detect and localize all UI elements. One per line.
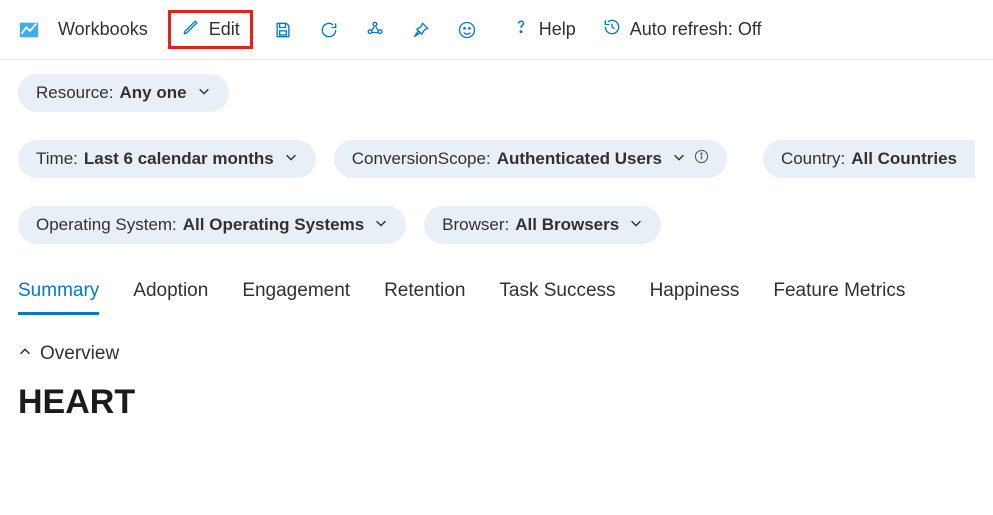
chevron-down-icon [374, 215, 388, 235]
tab-retention[interactable]: Retention [384, 280, 465, 315]
help-button[interactable]: Help [505, 13, 582, 46]
page-heading: HEART [18, 383, 975, 422]
refresh-icon [319, 20, 339, 40]
filter-label: Resource: [36, 83, 113, 103]
tab-engagement[interactable]: Engagement [242, 280, 350, 315]
filter-os[interactable]: Operating System: All Operating Systems [18, 206, 406, 244]
auto-refresh-button[interactable]: Auto refresh: Off [596, 13, 768, 46]
filter-section: Resource: Any one Time: Last 6 calendar … [0, 60, 993, 244]
filter-conversion-scope[interactable]: ConversionScope: Authenticated Users [334, 140, 727, 178]
filter-browser[interactable]: Browser: All Browsers [424, 206, 661, 244]
edit-label: Edit [209, 19, 240, 40]
history-icon [602, 17, 622, 42]
filter-label: Time: [36, 149, 78, 169]
edit-button[interactable]: Edit [168, 10, 253, 49]
question-icon [511, 17, 531, 42]
filter-label: Browser: [442, 215, 509, 235]
filter-label: Operating System: [36, 215, 177, 235]
refresh-button[interactable] [313, 16, 345, 44]
info-icon[interactable] [694, 149, 709, 169]
share-icon [365, 20, 385, 40]
workbooks-logo-icon [18, 19, 40, 41]
filter-label: Country: [781, 149, 845, 169]
share-button[interactable] [359, 16, 391, 44]
save-icon [273, 20, 293, 40]
pencil-icon [181, 17, 201, 42]
pin-icon [411, 20, 431, 40]
chevron-up-icon [18, 343, 32, 365]
tab-adoption[interactable]: Adoption [133, 280, 208, 315]
help-label: Help [539, 19, 576, 40]
smiley-icon [457, 20, 477, 40]
pin-button[interactable] [405, 16, 437, 44]
chevron-down-icon [197, 83, 211, 103]
tab-summary[interactable]: Summary [18, 280, 99, 315]
filter-value: All Operating Systems [183, 215, 364, 235]
filter-value: Any one [119, 83, 186, 103]
overview-toggle[interactable]: Overview [18, 343, 975, 365]
chevron-down-icon [672, 149, 686, 169]
workbooks-title: Workbooks [58, 19, 148, 40]
tab-happiness[interactable]: Happiness [650, 280, 740, 315]
filter-country[interactable]: Country: All Countries [763, 140, 975, 178]
filter-value: All Countries [851, 149, 957, 169]
tab-task-success[interactable]: Task Success [499, 280, 615, 315]
tabs: Summary Adoption Engagement Retention Ta… [0, 272, 993, 315]
overview-label: Overview [40, 343, 119, 365]
filter-resource[interactable]: Resource: Any one [18, 74, 229, 112]
auto-refresh-label: Auto refresh: Off [630, 19, 762, 40]
filter-label: ConversionScope: [352, 149, 491, 169]
tab-feature-metrics[interactable]: Feature Metrics [773, 280, 905, 315]
filter-value: All Browsers [515, 215, 619, 235]
chevron-down-icon [284, 149, 298, 169]
toolbar: Workbooks Edit [0, 0, 993, 60]
chevron-down-icon [629, 215, 643, 235]
filter-value: Last 6 calendar months [84, 149, 274, 169]
filter-value: Authenticated Users [497, 149, 662, 169]
save-button[interactable] [267, 16, 299, 44]
filter-time[interactable]: Time: Last 6 calendar months [18, 140, 316, 178]
content: Overview HEART [0, 315, 993, 422]
feedback-button[interactable] [451, 16, 483, 44]
